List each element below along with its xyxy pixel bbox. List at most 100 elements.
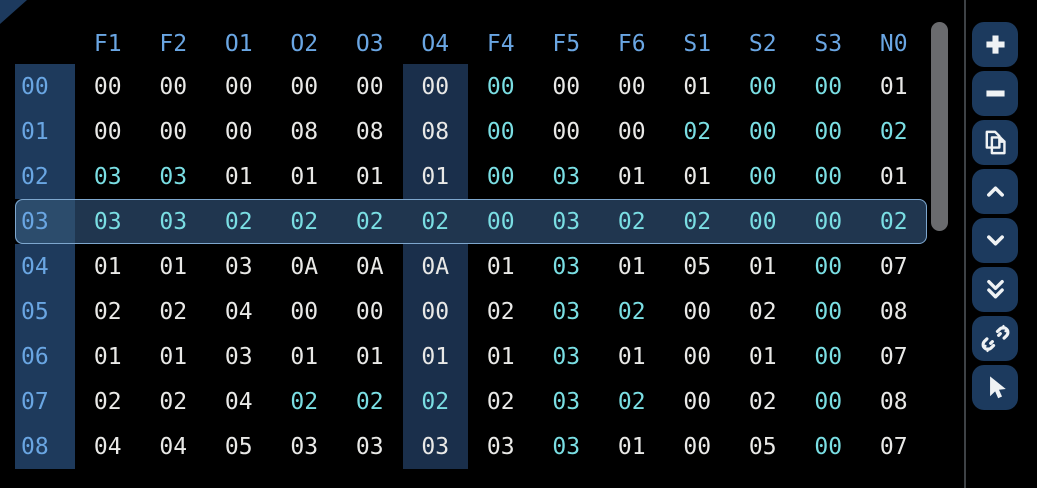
hex-cell[interactable]: 02 xyxy=(665,109,731,154)
hex-cell[interactable]: 01 xyxy=(337,334,403,379)
hex-cell[interactable]: 03 xyxy=(534,244,600,289)
hex-cell[interactable]: 03 xyxy=(534,334,600,379)
hex-cell[interactable]: 07 xyxy=(861,244,927,289)
hex-cell[interactable]: 01 xyxy=(861,154,927,199)
hex-cell[interactable]: 00 xyxy=(730,109,796,154)
hex-cell[interactable]: 08 xyxy=(403,109,469,154)
hex-cell[interactable]: 00 xyxy=(468,154,534,199)
hex-cell[interactable]: 03 xyxy=(337,424,403,469)
hex-cell[interactable]: 04 xyxy=(141,424,207,469)
hex-cell[interactable]: 02 xyxy=(337,199,403,244)
vertical-scrollbar-thumb[interactable] xyxy=(931,22,948,231)
row-label[interactable]: 02 xyxy=(15,154,75,199)
hex-cell[interactable]: 02 xyxy=(599,289,665,334)
row-label[interactable]: 03 xyxy=(15,199,75,244)
hex-cell[interactable]: 02 xyxy=(599,379,665,424)
hex-cell[interactable]: 01 xyxy=(272,154,338,199)
hex-cell[interactable]: 00 xyxy=(796,199,862,244)
hex-cell[interactable]: 00 xyxy=(272,64,338,109)
hex-cell[interactable]: 00 xyxy=(337,289,403,334)
row-label[interactable]: 08 xyxy=(15,424,75,469)
hex-cell[interactable]: 01 xyxy=(75,244,141,289)
hex-cell[interactable]: 00 xyxy=(206,64,272,109)
hex-cell[interactable]: 01 xyxy=(403,334,469,379)
hex-cell[interactable]: 00 xyxy=(730,199,796,244)
hex-cell[interactable]: 01 xyxy=(599,244,665,289)
row-label[interactable]: 06 xyxy=(15,334,75,379)
hex-cell[interactable]: 00 xyxy=(796,109,862,154)
table-row-00[interactable]: 0000000000000000000001000001 xyxy=(15,64,927,109)
hex-cell[interactable]: 02 xyxy=(861,109,927,154)
hex-cell[interactable]: 00 xyxy=(665,424,731,469)
table-row-01[interactable]: 0100000008080800000002000002 xyxy=(15,109,927,154)
copy-button[interactable] xyxy=(972,120,1018,165)
hex-cell[interactable]: 05 xyxy=(730,424,796,469)
hex-cell[interactable]: 08 xyxy=(861,379,927,424)
hex-cell[interactable]: 00 xyxy=(141,64,207,109)
hex-cell[interactable]: 01 xyxy=(141,334,207,379)
hex-cell[interactable]: 02 xyxy=(272,379,338,424)
hex-cell[interactable]: 03 xyxy=(75,199,141,244)
hex-cell[interactable]: 00 xyxy=(534,109,600,154)
hex-cell[interactable]: 02 xyxy=(730,379,796,424)
hex-cell[interactable]: 01 xyxy=(468,244,534,289)
hex-cell[interactable]: 00 xyxy=(796,154,862,199)
hex-cell[interactable]: 05 xyxy=(206,424,272,469)
hex-cell[interactable]: 01 xyxy=(665,64,731,109)
table-row-02[interactable]: 0203030101010100030101000001 xyxy=(15,154,927,199)
hex-cell[interactable]: 01 xyxy=(75,334,141,379)
hex-cell[interactable]: 00 xyxy=(796,424,862,469)
hex-cell[interactable]: 00 xyxy=(730,64,796,109)
hex-cell[interactable]: 01 xyxy=(403,154,469,199)
hex-cell[interactable]: 02 xyxy=(599,199,665,244)
hex-cell[interactable]: 01 xyxy=(730,244,796,289)
hex-cell[interactable]: 04 xyxy=(206,289,272,334)
hex-cell[interactable]: 03 xyxy=(534,154,600,199)
row-label[interactable]: 04 xyxy=(15,244,75,289)
hex-cell[interactable]: 0A xyxy=(403,244,469,289)
column-header-o1[interactable]: O1 xyxy=(206,31,272,57)
hex-cell[interactable]: 02 xyxy=(272,199,338,244)
hex-cell[interactable]: 01 xyxy=(599,424,665,469)
hex-cell[interactable]: 00 xyxy=(665,334,731,379)
hex-cell[interactable]: 01 xyxy=(730,334,796,379)
hex-cell[interactable]: 08 xyxy=(861,289,927,334)
hex-cell[interactable]: 00 xyxy=(75,109,141,154)
hex-cell[interactable]: 02 xyxy=(75,379,141,424)
hex-cell[interactable]: 01 xyxy=(206,154,272,199)
hex-cell[interactable]: 02 xyxy=(141,379,207,424)
hex-cell[interactable]: 01 xyxy=(337,154,403,199)
hex-cell[interactable]: 02 xyxy=(206,199,272,244)
hex-cell[interactable]: 00 xyxy=(796,244,862,289)
hex-cell[interactable]: 03 xyxy=(206,244,272,289)
hex-cell[interactable]: 02 xyxy=(403,199,469,244)
hex-cell[interactable]: 00 xyxy=(403,64,469,109)
column-header-s1[interactable]: S1 xyxy=(665,31,731,57)
hex-cell[interactable]: 0A xyxy=(272,244,338,289)
hex-cell[interactable]: 02 xyxy=(468,289,534,334)
hex-cell[interactable]: 00 xyxy=(665,379,731,424)
hex-cell[interactable]: 03 xyxy=(141,154,207,199)
hex-cell[interactable]: 00 xyxy=(272,289,338,334)
move-up-button[interactable] xyxy=(972,169,1018,214)
table-row-07[interactable]: 0702020402020202030200020008 xyxy=(15,379,927,424)
column-header-f5[interactable]: F5 xyxy=(534,31,600,57)
hex-cell[interactable]: 02 xyxy=(403,379,469,424)
zoom-out-button[interactable] xyxy=(972,71,1018,116)
hex-cell[interactable]: 01 xyxy=(599,154,665,199)
column-header-s3[interactable]: S3 xyxy=(796,31,862,57)
table-row-03[interactable]: 0303030202020200030202000002 xyxy=(15,199,927,244)
hex-cell[interactable]: 01 xyxy=(272,334,338,379)
row-label[interactable]: 07 xyxy=(15,379,75,424)
table-row-06[interactable]: 0601010301010101030100010007 xyxy=(15,334,927,379)
hex-cell[interactable]: 02 xyxy=(665,199,731,244)
hex-cell[interactable]: 00 xyxy=(534,64,600,109)
hex-cell[interactable]: 01 xyxy=(468,334,534,379)
hex-cell[interactable]: 00 xyxy=(468,64,534,109)
hex-cell[interactable]: 00 xyxy=(796,379,862,424)
hex-cell[interactable]: 03 xyxy=(206,334,272,379)
hex-cell[interactable]: 03 xyxy=(534,379,600,424)
hex-cell[interactable]: 03 xyxy=(534,289,600,334)
hex-cell[interactable]: 00 xyxy=(796,64,862,109)
table-row-04[interactable]: 040101030A0A0A01030105010007 xyxy=(15,244,927,289)
